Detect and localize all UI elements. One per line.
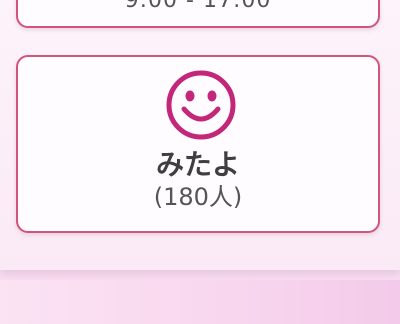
smiley-face-icon — [166, 70, 236, 140]
mita-yo-reaction-button[interactable]: みたよ (180人) — [16, 55, 380, 233]
reaction-label: みたよ — [155, 148, 240, 181]
page-footer-background — [0, 280, 400, 324]
reaction-count: (180人) — [153, 183, 243, 211]
hours-text: 9:00 - 17:00 — [124, 0, 272, 13]
content-panel: 9:00 - 17:00 みたよ (180人) — [0, 0, 400, 270]
hours-card: 9:00 - 17:00 — [16, 0, 380, 28]
